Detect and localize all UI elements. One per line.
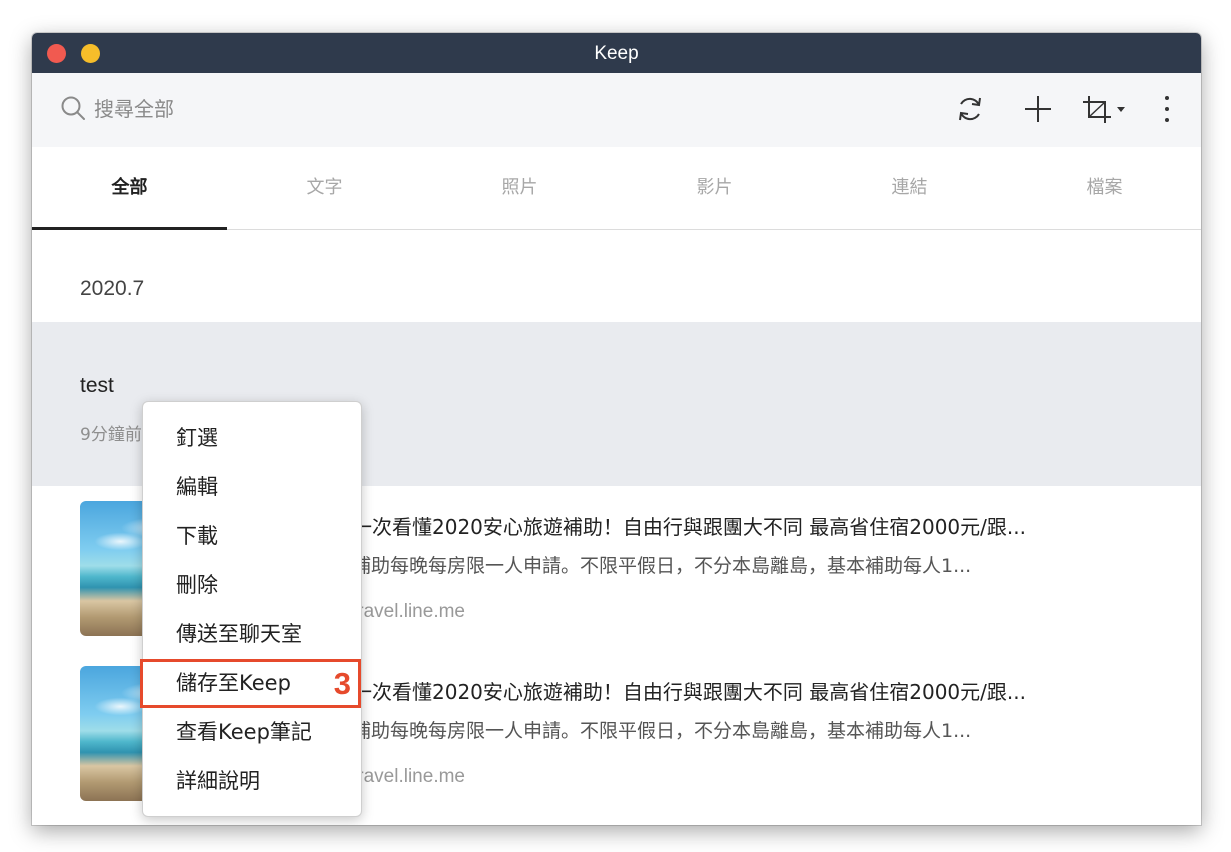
date-header: 2020.7 (80, 277, 145, 300)
tab-photos[interactable]: 照片 (422, 147, 617, 229)
refresh-icon[interactable] (954, 93, 986, 125)
tab-videos[interactable]: 影片 (617, 147, 812, 229)
category-tabs: 全部 文字 照片 影片 連結 檔案 (32, 147, 1201, 230)
context-menu: 釘選 編輯 下載 刪除 傳送至聊天室 儲存至Keep 3 查看Keep筆記 詳細… (140, 401, 362, 817)
tab-links[interactable]: 連結 (812, 147, 1007, 229)
step-badge: 3 (333, 666, 351, 701)
menu-item-download[interactable]: 下載 (143, 512, 361, 561)
search-icon (61, 96, 85, 120)
link-description: 補助每晚每房限一人申請。不限平假日，不分本島離島，基本補助每人1... (352, 555, 972, 577)
menu-item-pin[interactable]: 釘選 (143, 414, 361, 463)
menu-item-view-keep-notes[interactable]: 查看Keep筆記 (143, 708, 361, 757)
plus-icon[interactable] (1022, 93, 1054, 125)
search-input[interactable] (94, 95, 354, 123)
note-timestamp: 9分鐘前 (80, 425, 142, 445)
menu-item-details[interactable]: 詳細說明 (143, 757, 361, 806)
menu-item-delete[interactable]: 刪除 (143, 561, 361, 610)
link-url: travel.line.me (352, 766, 465, 787)
link-title: 一次看懂2020安心旅遊補助！自由行與跟團大不同 最高省住宿2000元/跟... (352, 515, 1026, 539)
tab-files[interactable]: 檔案 (1007, 147, 1201, 229)
toolbar (32, 73, 1201, 147)
tab-all[interactable]: 全部 (32, 147, 227, 230)
keep-window: Keep 全部 (32, 33, 1201, 825)
more-vertical-icon[interactable] (1159, 93, 1175, 125)
menu-item-label: 儲存至Keep (176, 671, 291, 695)
window-title: Keep (594, 43, 639, 64)
title-bar: Keep (32, 33, 1201, 73)
link-description: 補助每晚每房限一人申請。不限平假日，不分本島離島，基本補助每人1... (352, 720, 972, 742)
note-title: test (80, 374, 114, 397)
menu-item-send-to-chat[interactable]: 傳送至聊天室 (143, 610, 361, 659)
link-title: 一次看懂2020安心旅遊補助！自由行與跟團大不同 最高省住宿2000元/跟... (352, 680, 1026, 704)
tab-text[interactable]: 文字 (227, 147, 422, 229)
link-url: travel.line.me (352, 601, 465, 622)
chevron-down-icon[interactable] (1116, 106, 1126, 114)
menu-item-edit[interactable]: 編輯 (143, 463, 361, 512)
menu-item-save-to-keep[interactable]: 儲存至Keep 3 (140, 659, 361, 708)
crop-icon[interactable] (1081, 93, 1113, 125)
